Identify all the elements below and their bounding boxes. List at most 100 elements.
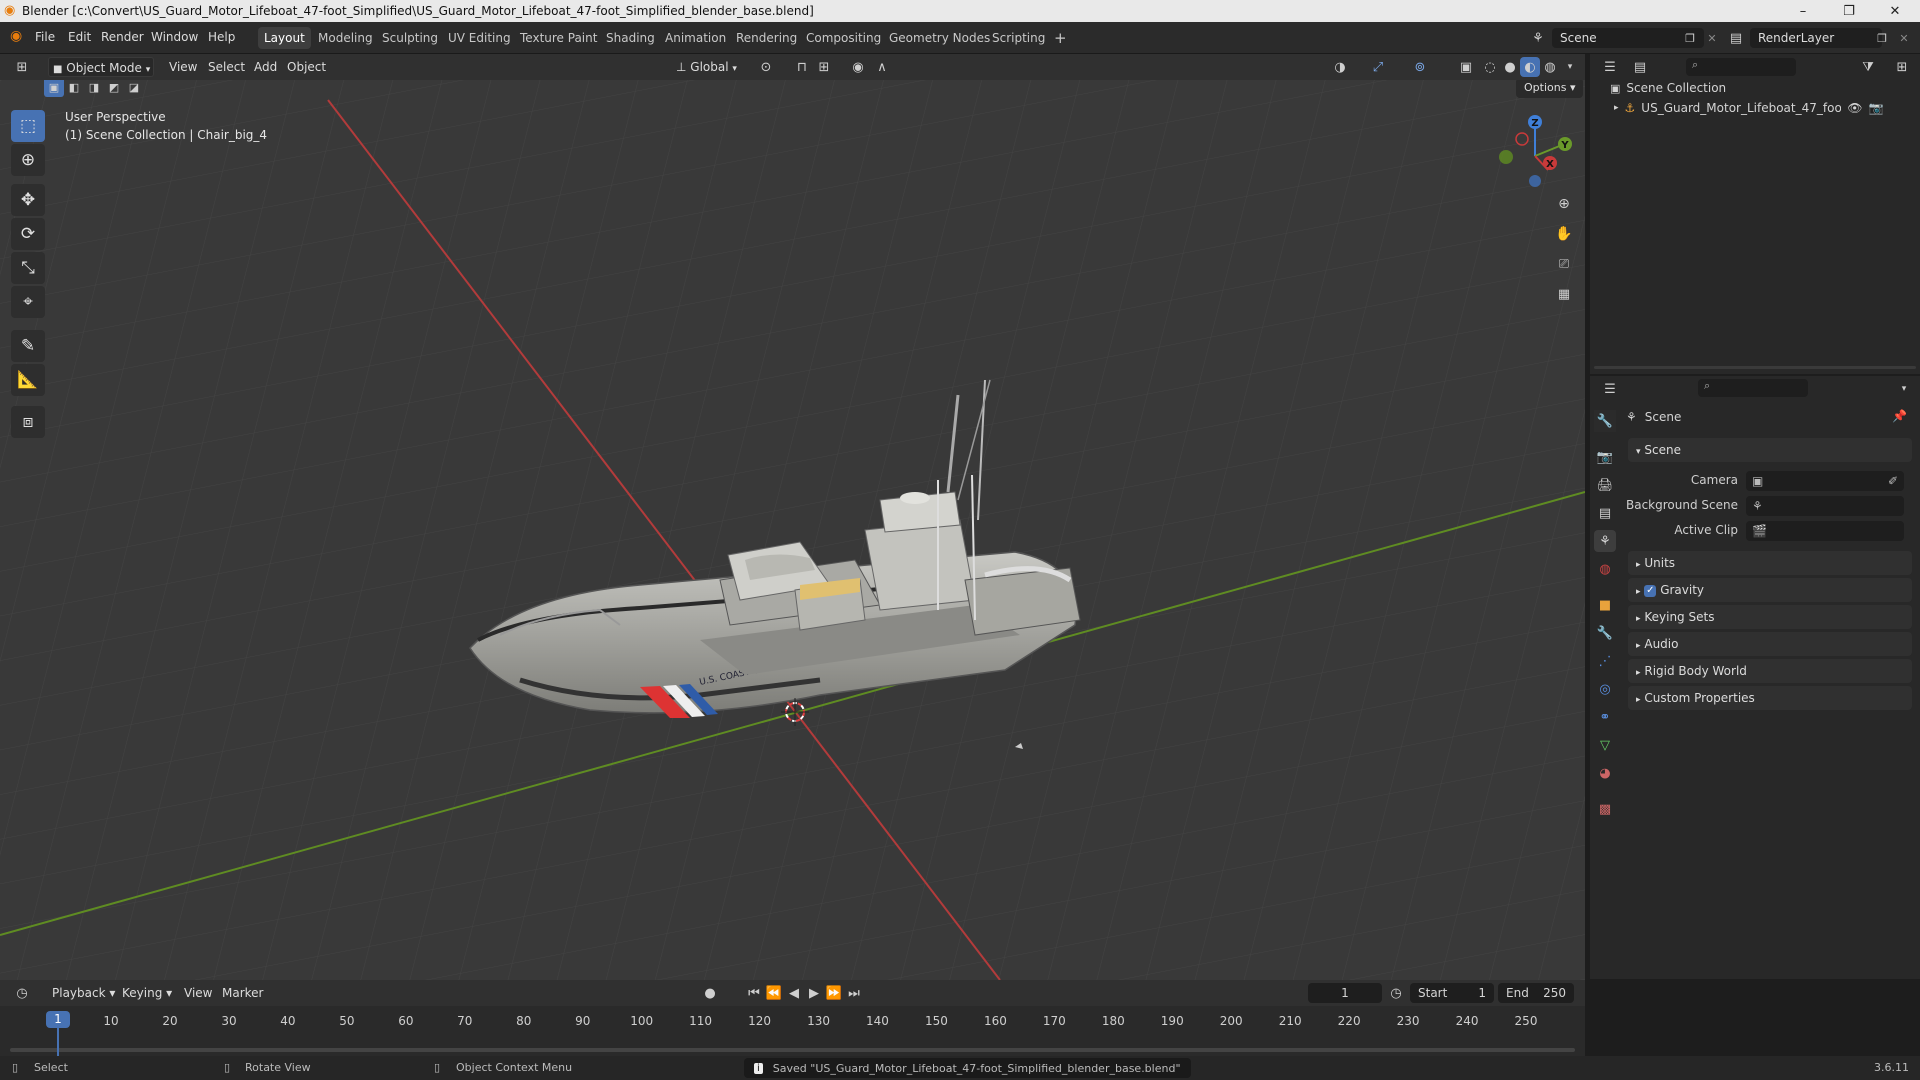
add-cube-tool[interactable]: ⧈ xyxy=(11,406,45,438)
editor-type-icon[interactable]: ⊞ xyxy=(12,57,32,77)
outliner-search-input[interactable]: ⌕ xyxy=(1686,58,1796,76)
texture-tab-icon[interactable]: ▩ xyxy=(1594,798,1616,820)
view-layer-icon[interactable]: ▤ xyxy=(1726,28,1746,48)
menu-view[interactable]: View xyxy=(165,57,201,77)
camera-field[interactable]: ▣ ✐ xyxy=(1746,471,1904,491)
visibility-icon[interactable]: ◑ xyxy=(1330,57,1350,77)
menu-marker[interactable]: Marker xyxy=(218,983,267,1003)
zoom-icon[interactable]: ⊕ xyxy=(1553,193,1575,215)
new-scene-icon[interactable]: ❐ xyxy=(1680,28,1700,48)
units-section[interactable]: ▸ Units xyxy=(1628,551,1912,575)
close-button[interactable]: ✕ xyxy=(1872,0,1918,22)
tab-rendering[interactable]: Rendering xyxy=(730,27,803,49)
timeline-editor-icon[interactable]: ◷ xyxy=(12,983,32,1003)
background-scene-field[interactable]: ⚘ xyxy=(1746,496,1904,516)
particles-tab-icon[interactable]: ⋰ xyxy=(1594,650,1616,672)
filter-icon[interactable]: ⧩ xyxy=(1858,57,1878,77)
xray-icon[interactable]: ▣ xyxy=(1456,57,1476,77)
play-icon[interactable]: ▶ xyxy=(804,983,824,1003)
record-icon[interactable]: ● xyxy=(700,983,720,1003)
menu-render[interactable]: Render xyxy=(101,30,144,44)
jump-start-icon[interactable]: ⏮ xyxy=(744,983,764,1003)
tab-scripting[interactable]: Scripting xyxy=(986,27,1051,49)
playhead-frame-badge[interactable]: 1 xyxy=(46,1011,70,1028)
preview-range-icon[interactable]: ◷ xyxy=(1386,983,1406,1003)
scene-panel-header[interactable]: ▾ Scene xyxy=(1628,438,1912,462)
new-collection-icon[interactable]: ⊞ xyxy=(1892,57,1912,77)
expand-arrow-icon[interactable]: ▸ xyxy=(1614,103,1619,113)
overlay-toggle-icon[interactable]: ⊚ xyxy=(1410,57,1430,77)
keying-sets-section[interactable]: ▸ Keying Sets xyxy=(1628,605,1912,629)
menu-playback[interactable]: Playback ▾ xyxy=(48,983,119,1003)
outliner-scene-collection[interactable]: ▣ Scene Collection xyxy=(1610,78,1726,98)
new-view-layer-icon[interactable]: ❐ xyxy=(1872,28,1892,48)
transform-tool[interactable]: ⌖ xyxy=(11,286,45,318)
tab-uv-editing[interactable]: UV Editing xyxy=(442,27,517,49)
render-tab-icon[interactable]: 📷 xyxy=(1594,446,1616,468)
material-tab-icon[interactable]: ◕ xyxy=(1594,762,1616,784)
tool-tab-icon[interactable]: 🔧 xyxy=(1594,410,1616,432)
rendered-shading-icon[interactable]: ◍ xyxy=(1540,57,1560,77)
minimize-button[interactable]: – xyxy=(1780,0,1826,22)
solid-shading-icon[interactable]: ● xyxy=(1500,57,1520,77)
orientation-dropdown[interactable]: ⊥ Global ▾ xyxy=(672,57,741,77)
menu-edit[interactable]: Edit xyxy=(68,30,91,44)
snap-icon[interactable]: ⊓ xyxy=(792,57,812,77)
blender-menu-icon[interactable]: ◉ xyxy=(10,28,22,44)
select-extend-icon[interactable]: ◧ xyxy=(64,80,84,97)
delete-view-layer-icon[interactable]: ✕ xyxy=(1894,28,1914,48)
move-tool[interactable]: ✥ xyxy=(11,184,45,216)
tab-compositing[interactable]: Compositing xyxy=(800,27,887,49)
outliner-item[interactable]: ▸ ⚓ US_Guard_Motor_Lifeboat_47_foot_Simp… xyxy=(1614,98,1914,118)
material-shading-icon[interactable]: ◐ xyxy=(1520,57,1540,77)
end-frame-field[interactable]: End 250 xyxy=(1498,983,1574,1003)
tab-texture-paint[interactable]: Texture Paint xyxy=(514,27,603,49)
tab-layout[interactable]: Layout xyxy=(258,27,311,49)
select-intersect-icon[interactable]: ◪ xyxy=(124,80,144,97)
tab-shading[interactable]: Shading xyxy=(600,27,661,49)
rotate-tool[interactable]: ⟳ xyxy=(11,218,45,250)
pan-hand-icon[interactable]: ✋ xyxy=(1553,223,1575,245)
properties-options-icon[interactable]: ▾ xyxy=(1894,379,1914,399)
select-box-tool[interactable]: ⬚ xyxy=(11,110,45,142)
select-invert-icon[interactable]: ◩ xyxy=(104,80,124,97)
pivot-point-icon[interactable]: ⊙ xyxy=(756,57,776,77)
tab-geometry-nodes[interactable]: Geometry Nodes xyxy=(883,27,996,49)
physics-tab-icon[interactable]: ◎ xyxy=(1594,678,1616,700)
outliner-editor-icon[interactable]: ☰ xyxy=(1600,57,1620,77)
properties-search-input[interactable]: ⌕ xyxy=(1698,379,1808,397)
properties-editor-icon[interactable]: ☰ xyxy=(1600,379,1620,399)
tab-sculpting[interactable]: Sculpting xyxy=(376,27,444,49)
gravity-section[interactable]: ▸ ✓ Gravity xyxy=(1628,578,1912,602)
rigid-body-world-section[interactable]: ▸ Rigid Body World xyxy=(1628,659,1912,683)
audio-section[interactable]: ▸ Audio xyxy=(1628,632,1912,656)
modifier-tab-icon[interactable]: 🔧 xyxy=(1594,622,1616,644)
annotate-tool[interactable]: ✎ xyxy=(11,330,45,362)
prev-keyframe-icon[interactable]: ⏪ xyxy=(764,983,784,1003)
object-tab-icon[interactable]: ■ xyxy=(1594,594,1616,616)
menu-add[interactable]: Add xyxy=(250,57,281,77)
timeline-scrollbar[interactable] xyxy=(10,1048,1575,1052)
menu-timeline-view[interactable]: View xyxy=(180,983,216,1003)
jump-end-icon[interactable]: ⏭ xyxy=(844,983,864,1003)
ortho-grid-icon[interactable]: ▦ xyxy=(1553,283,1575,305)
tab-animation[interactable]: Animation xyxy=(659,27,732,49)
scene-selector-icon[interactable]: ⚘ xyxy=(1528,28,1548,48)
select-new-icon[interactable]: ▣ xyxy=(44,80,64,97)
world-tab-icon[interactable]: ◍ xyxy=(1594,558,1616,580)
display-mode-icon[interactable]: ▤ xyxy=(1630,57,1650,77)
snap-target-icon[interactable]: ⊞ xyxy=(814,57,834,77)
delete-scene-icon[interactable]: ✕ xyxy=(1702,28,1722,48)
constraints-tab-icon[interactable]: ⚭ xyxy=(1594,706,1616,728)
view-layer-field[interactable]: RenderLayer xyxy=(1750,28,1882,48)
cursor-tool[interactable]: ⊕ xyxy=(11,144,45,176)
active-clip-field[interactable]: 🎬 xyxy=(1746,521,1904,541)
gravity-checkbox[interactable]: ✓ xyxy=(1644,584,1657,597)
next-keyframe-icon[interactable]: ⏩ xyxy=(824,983,844,1003)
add-workspace-button[interactable]: + xyxy=(1048,27,1073,49)
outliner-scrollbar[interactable] xyxy=(1594,366,1916,369)
3d-viewport[interactable]: U.S. COAST GUARD Z Y X ▣ ◧ ◨ ◩ ◪ Options… xyxy=(0,80,1585,980)
measure-tool[interactable]: 📐 xyxy=(11,364,45,396)
play-reverse-icon[interactable]: ◀ xyxy=(784,983,804,1003)
pin-icon[interactable]: 📌 xyxy=(1892,409,1907,423)
